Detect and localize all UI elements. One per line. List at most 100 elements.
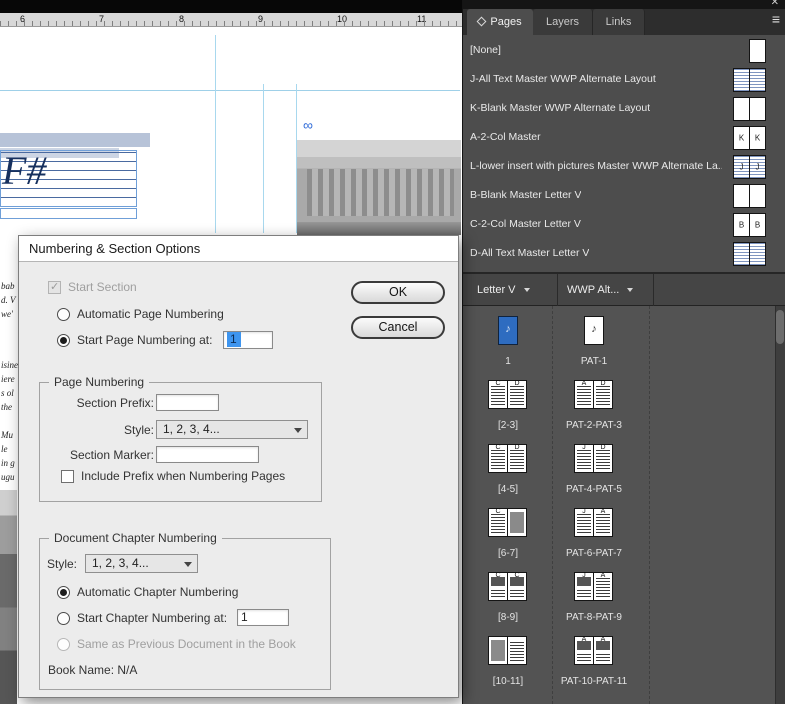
start-chapter-input[interactable]: 1 <box>237 609 289 626</box>
master-row[interactable]: L-lower insert with pictures Master WWP … <box>463 152 785 181</box>
text-fragment: we' <box>1 309 13 319</box>
scrollbar[interactable] <box>775 306 785 704</box>
page-numbering-legend: Page Numbering <box>49 375 150 389</box>
spread-label[interactable]: [8-9] <box>463 612 553 623</box>
start-page-radio[interactable] <box>57 333 70 347</box>
master-name: C-2-Col Master Letter V <box>470 218 581 230</box>
page-icon: J <box>574 572 594 601</box>
master-row[interactable]: A-2-Col Master KK <box>463 123 785 152</box>
spread-thumbnail[interactable]: J A <box>574 572 614 602</box>
include-prefix-checkbox[interactable] <box>61 469 74 483</box>
start-section-label: Start Section <box>68 280 137 294</box>
panel-menu-icon[interactable]: ≡ <box>772 12 780 26</box>
spread-thumbnail[interactable] <box>488 636 528 666</box>
spread-label[interactable]: [6-7] <box>463 548 553 559</box>
spread-thumbnails-area[interactable]: ♪ 1 ♪ PAT-1 C D [2-3] A D PAT-2-PAT-3 C … <box>463 306 785 704</box>
spread-label[interactable]: PAT-4-PAT-5 <box>549 484 639 495</box>
master-page-icon: B <box>733 213 750 237</box>
tab-layers[interactable]: Layers <box>533 9 593 35</box>
spread-thumbnail[interactable]: C <box>488 508 528 538</box>
master-page-icon: K <box>733 126 750 150</box>
master-letter: C <box>495 444 501 451</box>
spread-thumbnail[interactable]: A D <box>574 380 614 410</box>
master-page-icon: B <box>749 213 766 237</box>
page-icon <box>488 636 508 665</box>
horizontal-ruler[interactable]: 6 7 8 9 10 11 <box>0 13 462 27</box>
tab-links[interactable]: Links <box>593 9 645 35</box>
master-name: B-Blank Master Letter V <box>470 189 582 201</box>
panel-top-strip: ✕ <box>463 0 785 9</box>
auto-page-radio[interactable] <box>57 307 70 321</box>
spread-label[interactable]: PAT-6-PAT-7 <box>549 548 639 559</box>
chapter-style-dropdown[interactable]: 1, 2, 3, 4... <box>85 554 198 573</box>
section-marker-input[interactable] <box>156 446 259 463</box>
ruler-number: 11 <box>417 14 427 24</box>
ok-button[interactable]: OK <box>351 281 445 304</box>
music-glyph: ♪ <box>591 323 597 336</box>
master-row[interactable]: K-Blank Master WWP Alternate Layout <box>463 94 785 123</box>
spread-label[interactable]: 1 <box>463 356 553 367</box>
master-page-letter: B <box>754 220 761 230</box>
same-as-previous-row: Same as Previous Document in the Book <box>57 637 296 651</box>
section-prefix-input[interactable] <box>156 394 219 411</box>
auto-chapter-row: Automatic Chapter Numbering <box>57 585 238 599</box>
page-style-dropdown[interactable]: 1, 2, 3, 4... <box>156 420 308 439</box>
start-chapter-radio[interactable] <box>57 611 70 625</box>
scrollbar-thumb[interactable] <box>776 310 784 344</box>
building-photo <box>297 140 461 235</box>
spread-thumbnail[interactable]: J A <box>574 508 614 538</box>
auto-chapter-radio[interactable] <box>57 585 70 599</box>
guide-vertical <box>263 84 264 233</box>
app-root: 6 7 8 9 10 11 F# ∞ bab d. V we' isine ie… <box>0 0 785 704</box>
spread-label[interactable]: PAT-8-PAT-9 <box>549 612 639 623</box>
master-name: [None] <box>470 44 501 56</box>
spread-label[interactable]: [10-11] <box>463 676 553 687</box>
master-letter: D <box>514 380 520 387</box>
spread-thumbnail[interactable]: J D <box>574 444 614 474</box>
tab-pages[interactable]: Pages <box>467 9 533 35</box>
section-dropdown-letter-v[interactable]: Letter V <box>477 274 530 306</box>
section-dropdown-wwp-alt[interactable]: WWP Alt... <box>567 274 634 306</box>
page-thumbnail-selected[interactable]: ♪ <box>498 316 518 346</box>
spread-thumbnail[interactable]: C D <box>488 444 528 474</box>
master-row[interactable]: C-2-Col Master Letter V BB <box>463 210 785 239</box>
pages-panel: ✕ Pages Layers Links ≡ [None] J-All Text… <box>462 0 785 704</box>
spread-thumbnail[interactable]: A A <box>574 636 614 666</box>
spread-row: [10-11] A A PAT-10-PAT-11 <box>463 636 785 700</box>
dialog-title[interactable]: Numbering & Section Options <box>19 236 458 262</box>
section-label: Letter V <box>477 284 516 296</box>
master-page-letter: J <box>755 162 760 172</box>
text-fragment: the <box>1 402 12 412</box>
spread-label[interactable]: PAT-10-PAT-11 <box>549 676 639 687</box>
start-section-checkbox[interactable] <box>48 280 61 294</box>
section-marker-label: Section Marker: <box>69 448 154 462</box>
master-row[interactable]: [None] <box>463 36 785 65</box>
master-row[interactable]: D-All Text Master Letter V <box>463 239 785 268</box>
start-page-label: Start Page Numbering at: <box>77 333 213 347</box>
spread-thumbnail[interactable]: C C <box>488 572 528 602</box>
master-letter: D <box>600 380 606 387</box>
ruler-number: 8 <box>179 14 185 24</box>
master-name: J-All Text Master WWP Alternate Layout <box>470 73 656 85</box>
spread-label[interactable]: PAT-1 <box>549 356 639 367</box>
page-icon: A <box>593 636 613 665</box>
spread-row: C D [2-3] A D PAT-2-PAT-3 <box>463 380 785 444</box>
master-page-icon <box>733 97 750 121</box>
spread-label[interactable]: PAT-2-PAT-3 <box>549 420 639 431</box>
ruler-number: 10 <box>337 14 348 24</box>
spread-label[interactable]: [4-5] <box>463 484 553 495</box>
master-letter: C <box>514 572 520 579</box>
master-row[interactable]: J-All Text Master WWP Alternate Layout <box>463 65 785 94</box>
spread-label[interactable]: [2-3] <box>463 420 553 431</box>
master-row[interactable]: B-Blank Master Letter V <box>463 181 785 210</box>
master-letter: D <box>514 444 520 451</box>
start-page-input[interactable]: 1 <box>223 331 273 349</box>
spread-thumbnail[interactable]: C D <box>488 380 528 410</box>
auto-page-label: Automatic Page Numbering <box>77 307 224 321</box>
page-thumbnail[interactable]: ♪ <box>584 316 604 346</box>
cancel-button[interactable]: Cancel <box>351 316 445 339</box>
text-thread-icon: ∞ <box>303 117 313 133</box>
building-base <box>297 221 461 235</box>
close-icon[interactable]: ✕ <box>771 0 779 8</box>
page-icon <box>507 508 527 537</box>
